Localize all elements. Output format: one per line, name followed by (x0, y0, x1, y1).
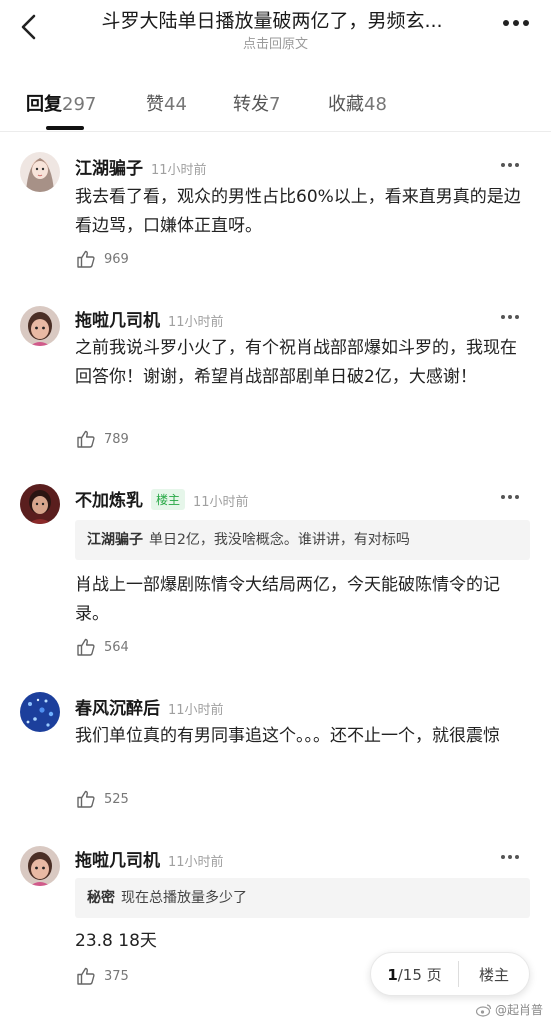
like-count: 375 (104, 968, 129, 984)
tab-likes-label: 赞 (146, 94, 164, 115)
weibo-logo-icon (475, 1003, 492, 1017)
tab-replies-count: 297 (62, 94, 97, 115)
quoted-reply[interactable]: 秘密 现在总播放量多少了 (75, 878, 530, 918)
tab-favorites-count: 48 (364, 94, 387, 115)
page-navigator: 1/15 页 楼主 (370, 952, 530, 996)
tab-replies-label: 回复 (26, 94, 62, 115)
comment-text: 肖战上一部爆剧陈情令大结局两亿，今天能破陈情令的记录。 (75, 575, 500, 624)
comment-more-icon[interactable] (501, 163, 519, 167)
quoted-text: 单日2亿，我没啥概念。谁讲讲，有对标吗 (149, 532, 410, 548)
comment-more-icon[interactable] (501, 495, 519, 499)
op-badge: 楼主 (151, 489, 186, 510)
avatar[interactable] (20, 306, 60, 346)
thumbs-up-icon (77, 967, 95, 985)
comment-text: 我们单位真的有男同事追这个。。。还不止一个，就很震惊 (75, 726, 500, 746)
like-button[interactable]: 375 (76, 966, 129, 986)
author-name[interactable]: 拖啦几司机 (75, 311, 160, 331)
tab-reposts[interactable]: 转发7 (233, 90, 280, 116)
comment-text: 之前我说斗罗小火了，有个祝肖战部部爆如斗罗的，我现在回答你！谢谢，希望肖战部部剧… (75, 338, 517, 387)
comment-text: 我去看了看，观众的男性占比60%以上，看来直男真的是边看边骂，口嫌体正直呀。 (75, 187, 521, 236)
top-bar: 斗罗大陆单日播放量破两亿了，男频玄... 点击回原文 (0, 0, 551, 62)
back-to-original-link[interactable]: 点击回原文 (0, 33, 551, 52)
active-tab-indicator (46, 126, 84, 130)
like-button[interactable]: 789 (76, 429, 129, 449)
quoted-author[interactable]: 江湖骗子 (87, 532, 143, 548)
tab-bar: 回复297 赞44 转发7 收藏48 (0, 72, 551, 132)
like-count: 564 (104, 639, 129, 655)
current-page: 1 (387, 965, 398, 984)
like-count: 789 (104, 431, 129, 447)
avatar[interactable] (20, 152, 60, 192)
thumbs-up-icon (77, 430, 95, 448)
tab-favorites-label: 收藏 (328, 94, 364, 115)
author-name[interactable]: 江湖骗子 (75, 159, 143, 179)
avatar[interactable] (20, 846, 60, 886)
more-options-icon[interactable] (503, 20, 529, 26)
tab-reposts-count: 7 (269, 94, 281, 115)
comment-author[interactable]: 拖啦几司机 11小时前 (75, 846, 224, 871)
comment-time: 11小时前 (151, 163, 207, 178)
like-button[interactable]: 525 (76, 789, 129, 809)
like-button[interactable]: 969 (76, 249, 129, 269)
page-title[interactable]: 斗罗大陆单日播放量破两亿了，男频玄... (82, 8, 462, 34)
thumbs-up-icon (77, 638, 95, 656)
comment-author[interactable]: 不加炼乳 楼主 11小时前 (75, 486, 249, 511)
watermark-text: @起肖普 (494, 1003, 543, 1017)
quoted-author[interactable]: 秘密 (87, 890, 115, 906)
tab-likes[interactable]: 赞44 (146, 90, 187, 116)
louzhu-only-button[interactable]: 楼主 (459, 964, 529, 985)
tab-likes-count: 44 (164, 94, 187, 115)
tab-favorites[interactable]: 收藏48 (328, 90, 387, 116)
author-name[interactable]: 不加炼乳 (75, 491, 143, 511)
total-pages: /15 页 (397, 965, 442, 984)
comment-time: 11小时前 (168, 703, 224, 718)
comment-author[interactable]: 江湖骗子 11小时前 (75, 154, 207, 179)
thumbs-up-icon (77, 250, 95, 268)
like-count: 525 (104, 791, 129, 807)
page-indicator[interactable]: 1/15 页 (371, 964, 458, 985)
quoted-text: 现在总播放量多少了 (121, 890, 247, 906)
watermark: @起肖普 (475, 1001, 543, 1018)
comment-author[interactable]: 拖啦几司机 11小时前 (75, 306, 224, 331)
comment-time: 11小时前 (193, 495, 249, 510)
author-name[interactable]: 春风沉醉后 (75, 699, 160, 719)
quoted-reply[interactable]: 江湖骗子 单日2亿，我没啥概念。谁讲讲，有对标吗 (75, 520, 530, 560)
like-count: 969 (104, 251, 129, 267)
avatar[interactable] (20, 692, 60, 732)
comment-author[interactable]: 春风沉醉后 11小时前 (75, 694, 224, 719)
tab-reposts-label: 转发 (233, 94, 269, 115)
like-button[interactable]: 564 (76, 637, 129, 657)
author-name[interactable]: 拖啦几司机 (75, 851, 160, 871)
comment-more-icon[interactable] (501, 855, 519, 859)
tab-replies[interactable]: 回复297 (26, 90, 96, 116)
comment-more-icon[interactable] (501, 315, 519, 319)
comment-time: 11小时前 (168, 315, 224, 330)
comment-time: 11小时前 (168, 855, 224, 870)
avatar[interactable] (20, 484, 60, 524)
thumbs-up-icon (77, 790, 95, 808)
